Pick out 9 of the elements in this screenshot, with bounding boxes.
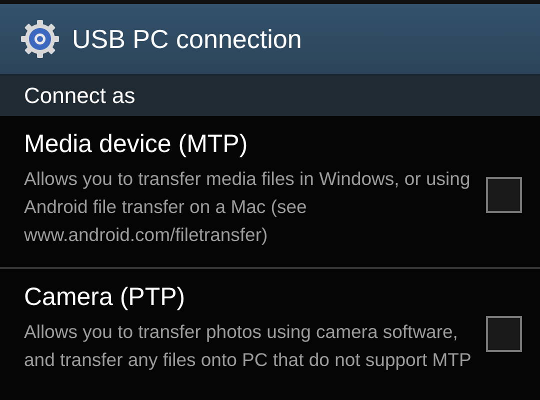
- gear-icon: [20, 19, 60, 59]
- screen-title: USB PC connection: [72, 24, 302, 54]
- option-description: Allows you to transfer media files in Windows, or using Android file transfer on a Mac (see www.android.com/filetransfer): [24, 167, 472, 247]
- checkbox[interactable]: [486, 176, 522, 212]
- section-title: Connect as: [24, 83, 136, 109]
- option-description: Allows you to transfer photos using camera software, and transfer any files onto PC that do not support MTP: [24, 320, 472, 372]
- checkbox[interactable]: [486, 316, 522, 352]
- option-title: Media device (MTP): [24, 130, 249, 159]
- option-title: Camera (PTP): [24, 283, 186, 312]
